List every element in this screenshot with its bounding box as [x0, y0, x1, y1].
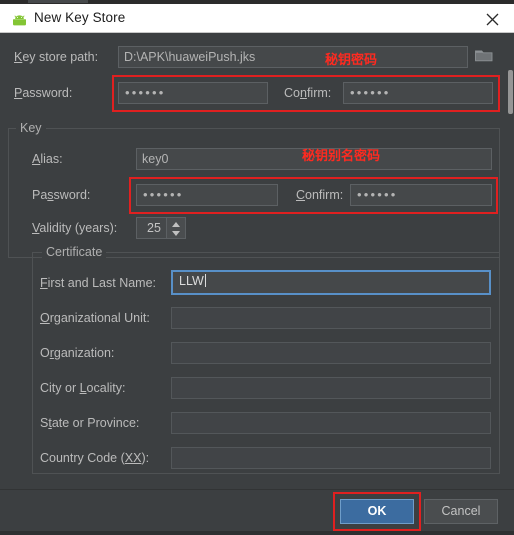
key-groupbox-title: Key: [16, 121, 46, 135]
key-alias-password-annotation: 秘钥别名密码: [302, 149, 381, 164]
cancel-button[interactable]: Cancel: [424, 499, 498, 524]
key-confirm-input[interactable]: ••••••: [350, 184, 492, 206]
cert-country-code-input[interactable]: [171, 447, 491, 469]
key-alias-value: key0: [142, 152, 169, 166]
vertical-scrollbar-thumb[interactable]: [508, 70, 513, 114]
android-robot-icon: [12, 13, 27, 26]
keystore-password-annotation: 秘钥密码: [325, 53, 378, 68]
dialog-footer: OK Cancel: [0, 489, 514, 535]
key-validity-label: Validity (years):: [32, 221, 118, 235]
key-store-path-value: D:\APK\huaweiPush.jks: [124, 50, 256, 64]
parent-window-tab-accent: [28, 0, 88, 3]
cert-city-input[interactable]: [171, 377, 491, 399]
key-store-confirm-label: Confirm:: [284, 86, 332, 100]
text-caret: [204, 274, 206, 287]
cert-first-last-name-label: First and Last Name:: [40, 276, 157, 290]
title-bar: New Key Store: [0, 4, 514, 33]
stepper-up-icon[interactable]: [172, 222, 180, 227]
cert-state-input[interactable]: [171, 412, 491, 434]
key-store-password-label: Password:: [14, 86, 73, 100]
cert-organizational-unit-label: Organizational Unit:: [40, 311, 150, 325]
stepper-down-icon[interactable]: [172, 231, 180, 236]
cert-state-label: State or Province:: [40, 416, 140, 430]
key-password-input[interactable]: ••••••: [136, 184, 278, 206]
window-title: New Key Store: [34, 10, 126, 25]
cert-first-last-name-input[interactable]: LLW: [171, 270, 491, 295]
validity-years-value: 25: [147, 221, 161, 235]
key-store-password-value: ••••••: [125, 85, 166, 100]
cert-first-last-name-value: LLW: [179, 274, 204, 288]
cert-country-code-label: Country Code (XX):: [40, 451, 150, 465]
folder-icon[interactable]: [474, 47, 500, 69]
window-bottom-edge: [0, 531, 514, 535]
key-store-path-input[interactable]: D:\APK\huaweiPush.jks: [118, 46, 468, 68]
key-password-label: Password:: [32, 188, 91, 202]
close-icon[interactable]: [480, 8, 506, 30]
cert-organization-label: Organization:: [40, 346, 115, 360]
ok-button[interactable]: OK: [340, 499, 414, 524]
key-confirm-label: Confirm:: [296, 188, 344, 202]
key-store-confirm-value: ••••••: [350, 85, 391, 100]
key-password-value: ••••••: [143, 187, 184, 202]
key-store-password-input[interactable]: ••••••: [118, 82, 268, 104]
validity-stepper[interactable]: [166, 217, 186, 239]
cert-organization-input[interactable]: [171, 342, 491, 364]
new-key-store-dialog: New Key Store Key store path: D:\APK\hua…: [0, 0, 514, 535]
key-store-path-label: Key store path:: [14, 50, 99, 64]
dialog-body: Key store path: D:\APK\huaweiPush.jks 秘钥…: [0, 34, 514, 489]
cert-organizational-unit-input[interactable]: [171, 307, 491, 329]
key-confirm-value: ••••••: [357, 187, 398, 202]
key-store-confirm-input[interactable]: ••••••: [343, 82, 493, 104]
key-alias-label: Alias:: [32, 152, 63, 166]
cert-city-label: City or Locality:: [40, 381, 126, 395]
certificate-groupbox-title: Certificate: [42, 245, 107, 259]
